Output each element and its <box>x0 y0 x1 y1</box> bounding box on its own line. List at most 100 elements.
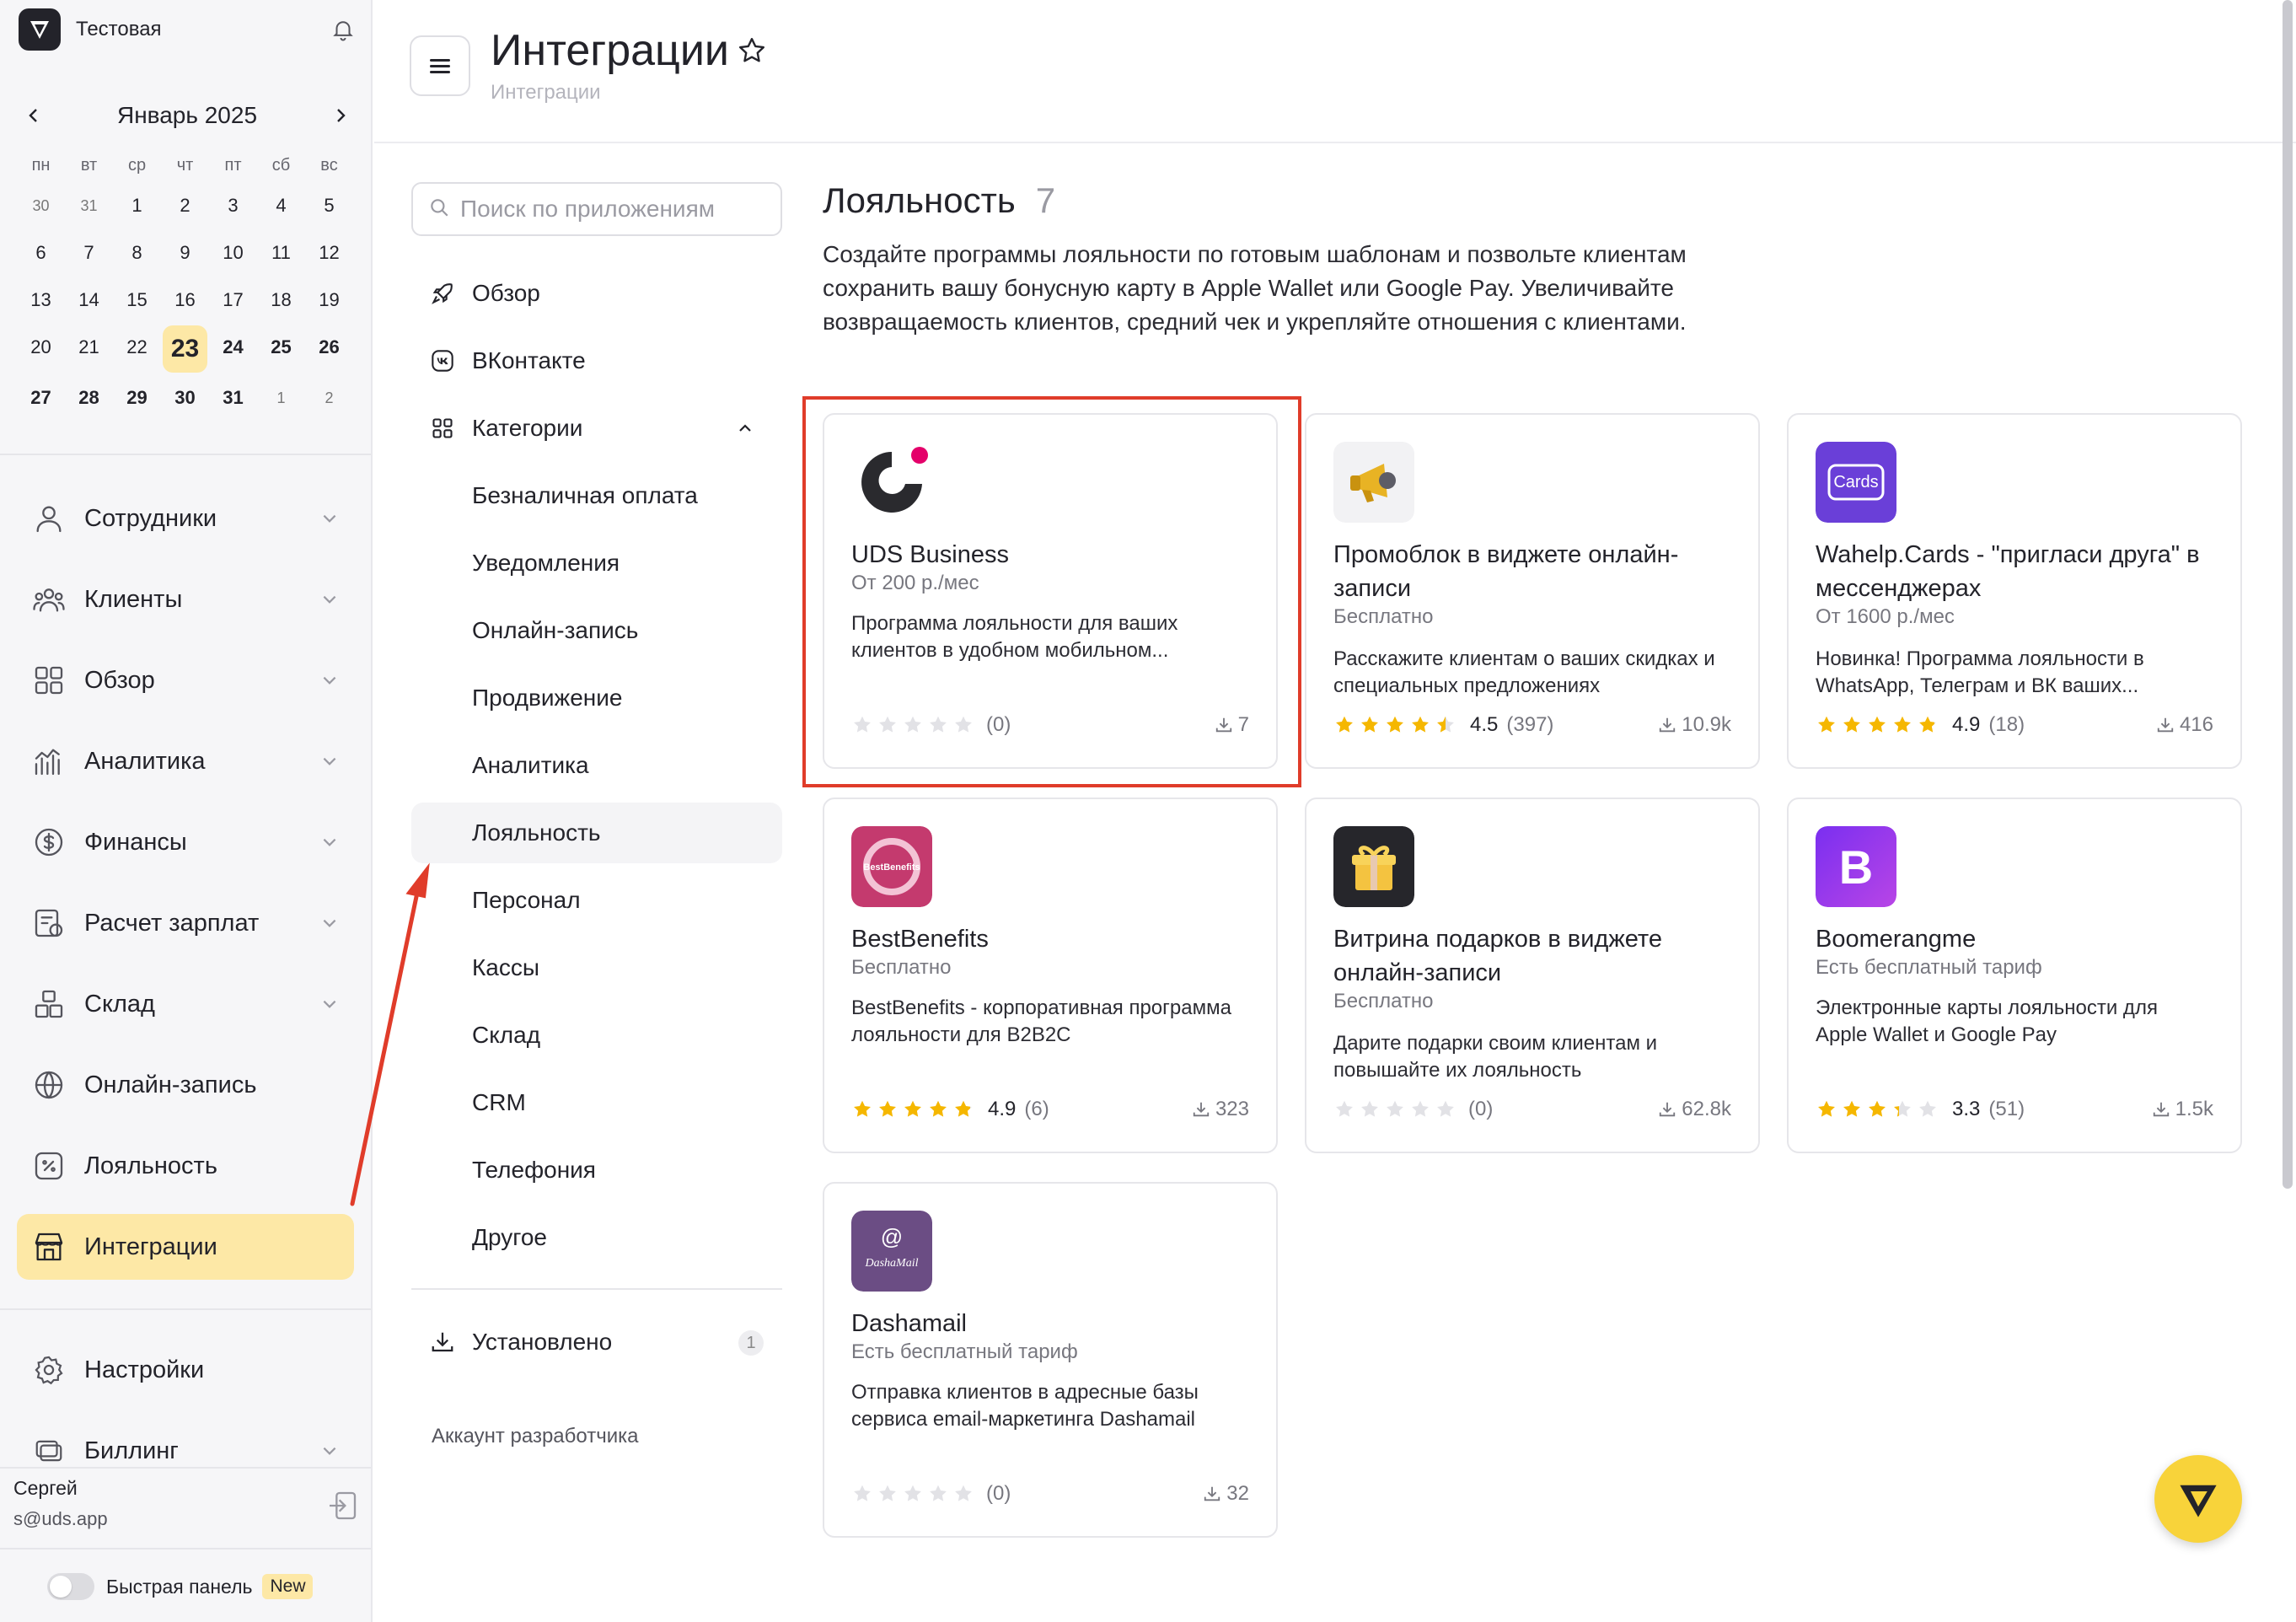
category-item[interactable]: Склад <box>411 1005 782 1066</box>
calendar-day[interactable]: 30 <box>161 374 209 422</box>
nav-item-store[interactable]: Интеграции <box>17 1214 354 1280</box>
bell-icon[interactable] <box>330 17 356 42</box>
category-item[interactable]: Лояльность <box>411 803 782 863</box>
nav-item-user[interactable]: Сотрудники <box>17 486 354 551</box>
calendar-day[interactable]: 2 <box>161 182 209 229</box>
calendar-day[interactable]: 1 <box>113 182 161 229</box>
vk-icon <box>430 348 455 373</box>
calendar-day[interactable]: 14 <box>65 277 113 324</box>
calendar-day[interactable]: 15 <box>113 277 161 324</box>
app-card[interactable]: Промоблок в виджете онлайн-записи Бесплат… <box>1305 413 1760 769</box>
nav-item-payroll[interactable]: Расчет зарплат <box>17 890 354 956</box>
calendar-day[interactable]: 28 <box>65 374 113 422</box>
calendar-day[interactable]: 31 <box>65 182 113 229</box>
calendar-day[interactable]: 4 <box>257 182 305 229</box>
nav-item-analytics[interactable]: Аналитика <box>17 728 354 794</box>
calendar-day[interactable]: 9 <box>161 229 209 277</box>
nav-item-boxes[interactable]: Склад <box>17 971 354 1037</box>
app-title: Boomerangme <box>1816 926 1977 953</box>
category-vk[interactable]: ВКонтакте <box>411 330 782 391</box>
favorite-star-icon[interactable] <box>737 35 770 69</box>
app-rating: 4.5 (397) <box>1333 713 1553 737</box>
nav-item-billing[interactable]: Биллинг <box>17 1418 354 1484</box>
calendar-day[interactable]: 22 <box>113 324 161 371</box>
calendar-day[interactable]: 25 <box>257 324 305 371</box>
category-item[interactable]: Безналичная оплата <box>411 465 782 526</box>
star-icon <box>955 1485 972 1501</box>
category-group-toggle[interactable]: Категории <box>411 398 782 459</box>
nav-item-settings[interactable]: Настройки <box>17 1337 354 1403</box>
category-item[interactable]: Персонал <box>411 870 782 931</box>
developer-account-link[interactable]: Аккаунт разработчика <box>432 1425 639 1448</box>
logout-icon[interactable] <box>325 1489 359 1523</box>
app-card[interactable]: B Boomerangme Есть бесплатный тариф Электро… <box>1787 798 2242 1153</box>
calendar-day[interactable]: 17 <box>209 277 257 324</box>
nav-item-grid[interactable]: Обзор <box>17 647 354 713</box>
category-item[interactable]: Уведомления <box>411 533 782 593</box>
breadcrumb[interactable]: Интеграции <box>491 81 601 105</box>
search-input[interactable] <box>460 196 764 223</box>
boomerangme-logo: B <box>1816 826 1896 907</box>
calendar-day[interactable]: 5 <box>305 182 353 229</box>
category-item[interactable]: Телефония <box>411 1140 782 1200</box>
calendar-day[interactable]: 29 <box>113 374 161 422</box>
category-item[interactable]: Кассы <box>411 937 782 998</box>
app-price: Есть бесплатный тариф <box>1816 956 2042 979</box>
calendar-day[interactable]: 10 <box>209 229 257 277</box>
categories-grid-icon <box>430 416 455 441</box>
category-item[interactable]: Онлайн-запись <box>411 600 782 661</box>
calendar-day[interactable]: 21 <box>65 324 113 371</box>
calendar-day[interactable]: 7 <box>65 229 113 277</box>
calendar-day[interactable]: 8 <box>113 229 161 277</box>
nav-item-users[interactable]: Клиенты <box>17 567 354 632</box>
nav-item-label: Сотрудники <box>84 504 217 532</box>
assistant-fab[interactable] <box>2154 1455 2242 1543</box>
star-icon <box>1919 1100 1936 1117</box>
calendar-day[interactable]: 3 <box>209 182 257 229</box>
quick-panel-toggle[interactable] <box>47 1573 94 1600</box>
app-card[interactable]: @ DashaMail Dashamail Есть бесплатный тариф… <box>823 1182 1278 1538</box>
category-item[interactable]: Продвижение <box>411 668 782 728</box>
calendar-today[interactable]: 23 <box>163 325 207 373</box>
nav-item-percent[interactable]: Лояльность <box>17 1133 354 1199</box>
calendar-day[interactable]: 30 <box>17 182 65 229</box>
calendar-day[interactable]: 12 <box>305 229 353 277</box>
calendar-day[interactable]: 19 <box>305 277 353 324</box>
nav-item-globe[interactable]: Онлайн-запись <box>17 1052 354 1118</box>
calendar-day[interactable]: 2 <box>305 374 353 422</box>
calendar-day[interactable]: 27 <box>17 374 65 422</box>
next-month-icon[interactable] <box>325 100 356 131</box>
chevron-down-icon <box>320 995 339 1013</box>
scrollbar[interactable] <box>2283 0 2293 1189</box>
brand[interactable]: Тестовая <box>19 7 356 52</box>
chevron-down-icon <box>320 1442 339 1460</box>
calendar-day[interactable]: 1 <box>257 374 305 422</box>
category-overview[interactable]: Обзор <box>411 263 782 324</box>
category-item[interactable]: Другое <box>411 1207 782 1268</box>
search-field[interactable] <box>411 182 782 236</box>
rating-value: 4.9 <box>988 1098 1017 1120</box>
star-icon <box>955 1100 972 1117</box>
installed-link[interactable]: Установлено 1 <box>411 1312 782 1372</box>
app-card[interactable]: Cards Wahelp.Cards - "пригласи друга" в м… <box>1787 413 2242 769</box>
menu-button[interactable] <box>410 35 470 96</box>
nav-item-dollar[interactable]: Финансы <box>17 809 354 875</box>
calendar-day[interactable]: 26 <box>305 324 353 371</box>
category-item[interactable]: CRM <box>411 1072 782 1133</box>
calendar-day[interactable]: 20 <box>17 324 65 371</box>
calendar-day[interactable]: 31 <box>209 374 257 422</box>
prev-month-icon[interactable] <box>19 100 49 131</box>
app-card[interactable]: Витрина подарков в виджете онлайн-записи… <box>1305 798 1760 1153</box>
calendar-day[interactable]: 24 <box>209 324 257 371</box>
calendar-day[interactable]: 11 <box>257 229 305 277</box>
calendar-day[interactable]: 16 <box>161 277 209 324</box>
percent-icon <box>30 1147 67 1184</box>
app-card[interactable]: BestBenefits BestBenefits Бесплатно BestBen… <box>823 798 1278 1153</box>
category-item[interactable]: Аналитика <box>411 735 782 796</box>
calendar-day[interactable]: 13 <box>17 277 65 324</box>
download-count-value: 32 <box>1226 1482 1249 1505</box>
calendar-header: Январь 2025 <box>19 94 356 137</box>
calendar-day[interactable]: 6 <box>17 229 65 277</box>
app-rating: 4.9 (18) <box>1816 713 2025 737</box>
calendar-day[interactable]: 18 <box>257 277 305 324</box>
